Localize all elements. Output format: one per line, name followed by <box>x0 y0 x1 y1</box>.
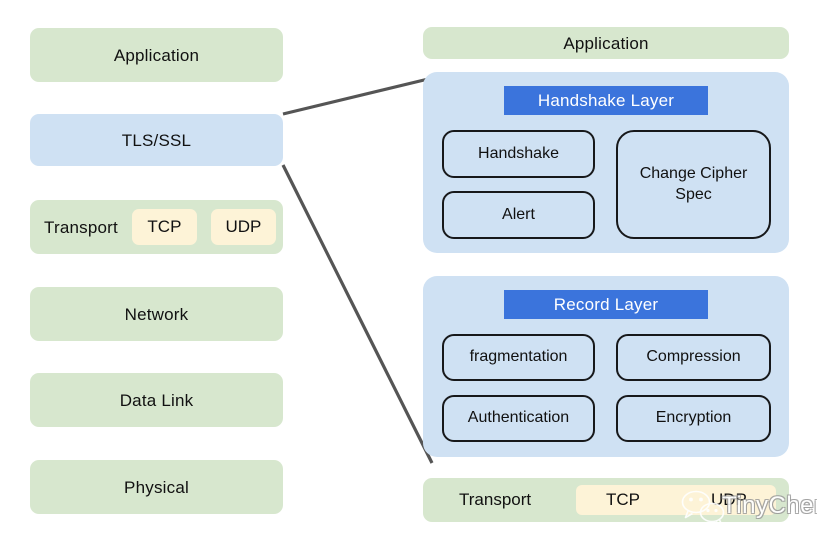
record-layer-header: Record Layer <box>504 290 708 319</box>
left-layer-network[interactable]: Network <box>30 287 283 341</box>
right-transport-bar-label: Transport <box>459 490 532 509</box>
right-application-bar[interactable]: Application <box>423 27 789 59</box>
right-protocol-udp[interactable]: UDP <box>711 490 747 510</box>
record-box-compression-label: Compression <box>646 348 741 366</box>
record-box-encryption-label: Encryption <box>655 409 732 427</box>
left-layer-application[interactable]: Application <box>30 28 283 82</box>
left-layer-transport-label: Transport <box>44 217 118 237</box>
left-layer-physical-label: Physical <box>124 477 189 497</box>
right-transport-bar[interactable]: Transport TCP UDP <box>423 478 789 522</box>
handshake-box-handshake[interactable]: Handshake <box>442 130 595 178</box>
record-box-fragmentation[interactable]: fragmentation <box>442 334 595 381</box>
left-layer-tls-ssl-label: TLS/SSL <box>121 130 192 150</box>
record-box-compression[interactable]: Compression <box>616 334 771 381</box>
left-layer-application-label: Application <box>113 45 200 65</box>
record-box-fragmentation-label: fragmentation <box>469 348 568 366</box>
left-protocol-udp[interactable]: UDP <box>210 209 276 245</box>
handshake-layer-panel: Handshake Layer Handshake Alert Change C… <box>423 72 789 253</box>
handshake-box-handshake-label: Handshake <box>478 144 559 162</box>
handshake-layer-header: Handshake Layer <box>504 86 708 115</box>
record-box-authentication[interactable]: Authentication <box>442 395 595 442</box>
left-layer-physical[interactable]: Physical <box>30 460 283 514</box>
record-box-authentication-label: Authentication <box>467 409 570 427</box>
handshake-box-alert[interactable]: Alert <box>442 191 595 239</box>
right-protocol-tcp[interactable]: TCP <box>606 490 640 510</box>
left-protocol-tcp[interactable]: TCP <box>131 209 197 245</box>
handshake-layer-header-label: Handshake Layer <box>537 90 675 110</box>
connector-tls-to-record <box>281 164 434 464</box>
handshake-box-alert-label: Alert <box>502 205 535 223</box>
left-layer-network-label: Network <box>124 304 189 324</box>
right-transport-protocol-group: TCP UDP <box>576 485 776 515</box>
left-layer-transport[interactable]: Transport TCP UDP <box>30 200 283 254</box>
handshake-box-change-cipher-spec-label: Change Cipher Spec <box>639 165 748 203</box>
record-box-encryption[interactable]: Encryption <box>616 395 771 442</box>
record-layer-panel: Record Layer fragmentation Compression A… <box>423 276 789 457</box>
left-layer-data-link-label: Data Link <box>119 390 194 410</box>
handshake-box-change-cipher-spec[interactable]: Change Cipher Spec <box>616 130 771 239</box>
right-application-bar-label: Application <box>563 33 649 53</box>
diagram-canvas: Application TLS/SSL Transport TCP UDP Ne… <box>0 0 817 543</box>
left-layer-data-link[interactable]: Data Link <box>30 373 283 427</box>
record-layer-header-label: Record Layer <box>553 294 659 314</box>
left-layer-tls-ssl[interactable]: TLS/SSL <box>30 114 283 166</box>
